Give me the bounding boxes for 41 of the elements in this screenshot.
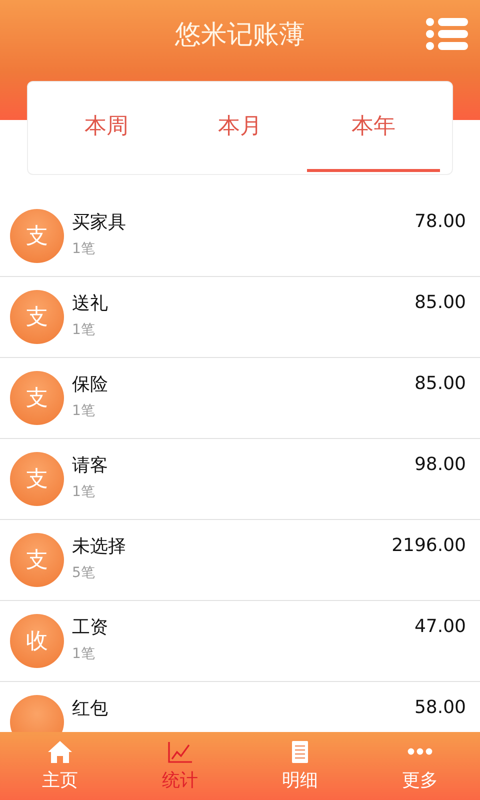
entry-count: 1笔: [72, 402, 96, 420]
category-badge: 支: [10, 209, 64, 263]
entry-count: 1笔: [72, 645, 96, 663]
category-badge: 支: [10, 452, 64, 506]
entry-count: 5笔: [72, 564, 96, 582]
entry-name: 请客: [72, 454, 109, 477]
entry-name: 工资: [72, 616, 109, 639]
entry-name: 保险: [72, 373, 109, 396]
entry-row[interactable]: 支 未选择 5笔 2196.00: [0, 520, 480, 601]
entry-name: 送礼: [72, 292, 109, 315]
line-chart-icon: [167, 740, 193, 764]
category-badge: 支: [10, 533, 64, 587]
entry-amount: 85.00: [414, 291, 466, 313]
entry-name: 红包: [72, 697, 109, 720]
entry-row[interactable]: 支 请客 1笔 98.00: [0, 439, 480, 520]
entry-amount: 98.00: [414, 453, 466, 475]
entry-name: 买家具: [72, 211, 127, 234]
period-tab[interactable]: 本月: [173, 82, 307, 172]
entry-amount: 78.00: [414, 210, 466, 232]
entry-row[interactable]: 支 保险 1笔 85.00: [0, 358, 480, 439]
category-badge: 收: [10, 614, 64, 668]
entry-row[interactable]: 收 工资 1笔 47.00: [0, 601, 480, 682]
entry-amount: 58.00: [414, 696, 466, 718]
entry-amount: 85.00: [414, 372, 466, 394]
home-icon: [47, 740, 73, 764]
entry-row[interactable]: 支 送礼 1笔 85.00: [0, 277, 480, 358]
entry-row[interactable]: 支 买家具 1笔 78.00: [0, 196, 480, 277]
entry-amount: 47.00: [414, 615, 466, 637]
app-title: 悠米记账薄: [175, 19, 305, 52]
menu-icon: [426, 17, 468, 51]
entry-name: 未选择: [72, 535, 127, 558]
period-tab[interactable]: 本周: [40, 82, 174, 172]
category-badge: 支: [10, 290, 64, 344]
entry-count: 1笔: [72, 483, 96, 501]
period-tab[interactable]: 本年: [306, 82, 440, 172]
category-badge: 支: [10, 371, 64, 425]
entry-amount: 2196.00: [392, 534, 466, 556]
entry-count: 1笔: [72, 321, 96, 339]
entry-count: 1笔: [72, 240, 96, 258]
menu-button[interactable]: [426, 17, 468, 51]
more-icon: [407, 748, 433, 755]
